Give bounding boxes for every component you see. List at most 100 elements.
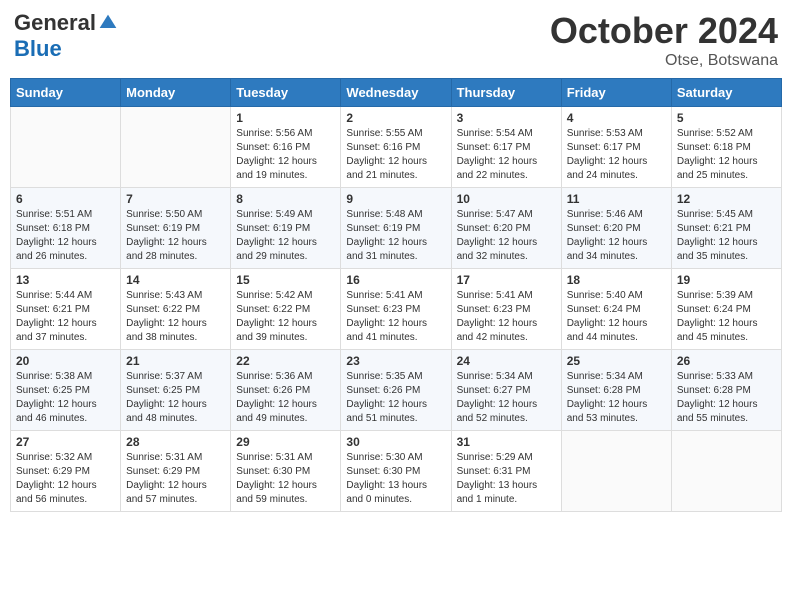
calendar-cell: 8 Sunrise: 5:49 AM Sunset: 6:19 PM Daylig…: [231, 188, 341, 269]
day-info: Sunrise: 5:47 AM Sunset: 6:20 PM Dayligh…: [457, 208, 556, 264]
column-header-wednesday: Wednesday: [341, 79, 451, 107]
day-info: Sunrise: 5:50 AM Sunset: 6:19 PM Dayligh…: [126, 208, 225, 264]
day-number: 7: [126, 192, 225, 206]
day-number: 6: [16, 192, 115, 206]
day-info: Sunrise: 5:31 AM Sunset: 6:30 PM Dayligh…: [236, 451, 335, 507]
calendar-cell: 11 Sunrise: 5:46 AM Sunset: 6:20 PM Dayli…: [561, 188, 671, 269]
day-info: Sunrise: 5:53 AM Sunset: 6:17 PM Dayligh…: [567, 127, 666, 183]
day-info: Sunrise: 5:34 AM Sunset: 6:28 PM Dayligh…: [567, 370, 666, 426]
day-number: 18: [567, 273, 666, 287]
calendar-cell: [561, 431, 671, 512]
day-number: 24: [457, 354, 556, 368]
day-info: Sunrise: 5:30 AM Sunset: 6:30 PM Dayligh…: [346, 451, 445, 507]
day-info: Sunrise: 5:55 AM Sunset: 6:16 PM Dayligh…: [346, 127, 445, 183]
calendar-cell: 31 Sunrise: 5:29 AM Sunset: 6:31 PM Dayli…: [451, 431, 561, 512]
day-info: Sunrise: 5:45 AM Sunset: 6:21 PM Dayligh…: [677, 208, 776, 264]
day-info: Sunrise: 5:38 AM Sunset: 6:25 PM Dayligh…: [16, 370, 115, 426]
week-row-1: 6 Sunrise: 5:51 AM Sunset: 6:18 PM Daylig…: [11, 188, 782, 269]
day-number: 8: [236, 192, 335, 206]
day-info: Sunrise: 5:51 AM Sunset: 6:18 PM Dayligh…: [16, 208, 115, 264]
day-info: Sunrise: 5:31 AM Sunset: 6:29 PM Dayligh…: [126, 451, 225, 507]
calendar-cell: 22 Sunrise: 5:36 AM Sunset: 6:26 PM Dayli…: [231, 350, 341, 431]
day-info: Sunrise: 5:34 AM Sunset: 6:27 PM Dayligh…: [457, 370, 556, 426]
day-number: 27: [16, 435, 115, 449]
day-number: 12: [677, 192, 776, 206]
calendar-cell: 4 Sunrise: 5:53 AM Sunset: 6:17 PM Daylig…: [561, 107, 671, 188]
day-number: 4: [567, 111, 666, 125]
day-number: 10: [457, 192, 556, 206]
day-number: 21: [126, 354, 225, 368]
day-number: 19: [677, 273, 776, 287]
calendar-cell: 16 Sunrise: 5:41 AM Sunset: 6:23 PM Dayli…: [341, 269, 451, 350]
calendar-cell: 19 Sunrise: 5:39 AM Sunset: 6:24 PM Dayli…: [671, 269, 781, 350]
column-header-saturday: Saturday: [671, 79, 781, 107]
calendar-cell: 23 Sunrise: 5:35 AM Sunset: 6:26 PM Dayli…: [341, 350, 451, 431]
day-info: Sunrise: 5:32 AM Sunset: 6:29 PM Dayligh…: [16, 451, 115, 507]
week-row-0: 1Sunrise: 5:56 AM Sunset: 6:16 PM Daylig…: [11, 107, 782, 188]
day-number: 25: [567, 354, 666, 368]
day-info: Sunrise: 5:35 AM Sunset: 6:26 PM Dayligh…: [346, 370, 445, 426]
day-info: Sunrise: 5:40 AM Sunset: 6:24 PM Dayligh…: [567, 289, 666, 345]
logo-icon: [98, 13, 118, 33]
calendar-cell: 12 Sunrise: 5:45 AM Sunset: 6:21 PM Dayli…: [671, 188, 781, 269]
calendar-cell: 21Sunrise: 5:37 AM Sunset: 6:25 PM Dayli…: [121, 350, 231, 431]
column-header-thursday: Thursday: [451, 79, 561, 107]
calendar-table: SundayMondayTuesdayWednesdayThursdayFrid…: [10, 78, 782, 512]
title-section: October 2024 Otse, Botswana: [550, 10, 778, 70]
day-number: 2: [346, 111, 445, 125]
column-header-monday: Monday: [121, 79, 231, 107]
day-number: 28: [126, 435, 225, 449]
column-header-friday: Friday: [561, 79, 671, 107]
day-info: Sunrise: 5:42 AM Sunset: 6:22 PM Dayligh…: [236, 289, 335, 345]
day-info: Sunrise: 5:46 AM Sunset: 6:20 PM Dayligh…: [567, 208, 666, 264]
calendar-cell: 26Sunrise: 5:33 AM Sunset: 6:28 PM Dayli…: [671, 350, 781, 431]
calendar-cell: 6 Sunrise: 5:51 AM Sunset: 6:18 PM Daylig…: [11, 188, 121, 269]
day-number: 11: [567, 192, 666, 206]
day-number: 9: [346, 192, 445, 206]
week-row-3: 20 Sunrise: 5:38 AM Sunset: 6:25 PM Dayli…: [11, 350, 782, 431]
calendar-cell: [11, 107, 121, 188]
day-info: Sunrise: 5:36 AM Sunset: 6:26 PM Dayligh…: [236, 370, 335, 426]
calendar-cell: 2 Sunrise: 5:55 AM Sunset: 6:16 PM Daylig…: [341, 107, 451, 188]
day-number: 22: [236, 354, 335, 368]
logo-blue-text: Blue: [14, 36, 62, 62]
day-info: Sunrise: 5:48 AM Sunset: 6:19 PM Dayligh…: [346, 208, 445, 264]
day-number: 20: [16, 354, 115, 368]
logo-general-text: General: [14, 10, 96, 36]
logo: General Blue: [14, 10, 118, 62]
day-info: Sunrise: 5:49 AM Sunset: 6:19 PM Dayligh…: [236, 208, 335, 264]
day-number: 17: [457, 273, 556, 287]
calendar-cell: 18 Sunrise: 5:40 AM Sunset: 6:24 PM Dayli…: [561, 269, 671, 350]
calendar-cell: 15 Sunrise: 5:42 AM Sunset: 6:22 PM Dayli…: [231, 269, 341, 350]
day-info: Sunrise: 5:43 AM Sunset: 6:22 PM Dayligh…: [126, 289, 225, 345]
calendar-cell: 20 Sunrise: 5:38 AM Sunset: 6:25 PM Dayli…: [11, 350, 121, 431]
location-subtitle: Otse, Botswana: [550, 52, 778, 70]
day-number: 30: [346, 435, 445, 449]
calendar-header-row: SundayMondayTuesdayWednesdayThursdayFrid…: [11, 79, 782, 107]
calendar-cell: 14Sunrise: 5:43 AM Sunset: 6:22 PM Dayli…: [121, 269, 231, 350]
calendar-cell: 24 Sunrise: 5:34 AM Sunset: 6:27 PM Dayli…: [451, 350, 561, 431]
month-year-title: October 2024: [550, 10, 778, 52]
day-number: 3: [457, 111, 556, 125]
calendar-cell: 7 Sunrise: 5:50 AM Sunset: 6:19 PM Daylig…: [121, 188, 231, 269]
calendar-cell: [671, 431, 781, 512]
calendar-cell: 13 Sunrise: 5:44 AM Sunset: 6:21 PM Dayli…: [11, 269, 121, 350]
day-info: Sunrise: 5:54 AM Sunset: 6:17 PM Dayligh…: [457, 127, 556, 183]
day-number: 31: [457, 435, 556, 449]
page-header: General Blue October 2024 Otse, Botswana: [10, 10, 782, 70]
calendar-cell: 5Sunrise: 5:52 AM Sunset: 6:18 PM Daylig…: [671, 107, 781, 188]
day-number: 13: [16, 273, 115, 287]
week-row-4: 27 Sunrise: 5:32 AM Sunset: 6:29 PM Dayli…: [11, 431, 782, 512]
calendar-cell: [121, 107, 231, 188]
day-info: Sunrise: 5:39 AM Sunset: 6:24 PM Dayligh…: [677, 289, 776, 345]
calendar-cell: 30 Sunrise: 5:30 AM Sunset: 6:30 PM Dayli…: [341, 431, 451, 512]
day-number: 15: [236, 273, 335, 287]
day-number: 23: [346, 354, 445, 368]
day-info: Sunrise: 5:44 AM Sunset: 6:21 PM Dayligh…: [16, 289, 115, 345]
day-info: Sunrise: 5:29 AM Sunset: 6:31 PM Dayligh…: [457, 451, 556, 507]
calendar-cell: 29Sunrise: 5:31 AM Sunset: 6:30 PM Dayli…: [231, 431, 341, 512]
day-info: Sunrise: 5:41 AM Sunset: 6:23 PM Dayligh…: [346, 289, 445, 345]
day-number: 16: [346, 273, 445, 287]
day-info: Sunrise: 5:52 AM Sunset: 6:18 PM Dayligh…: [677, 127, 776, 183]
column-header-sunday: Sunday: [11, 79, 121, 107]
